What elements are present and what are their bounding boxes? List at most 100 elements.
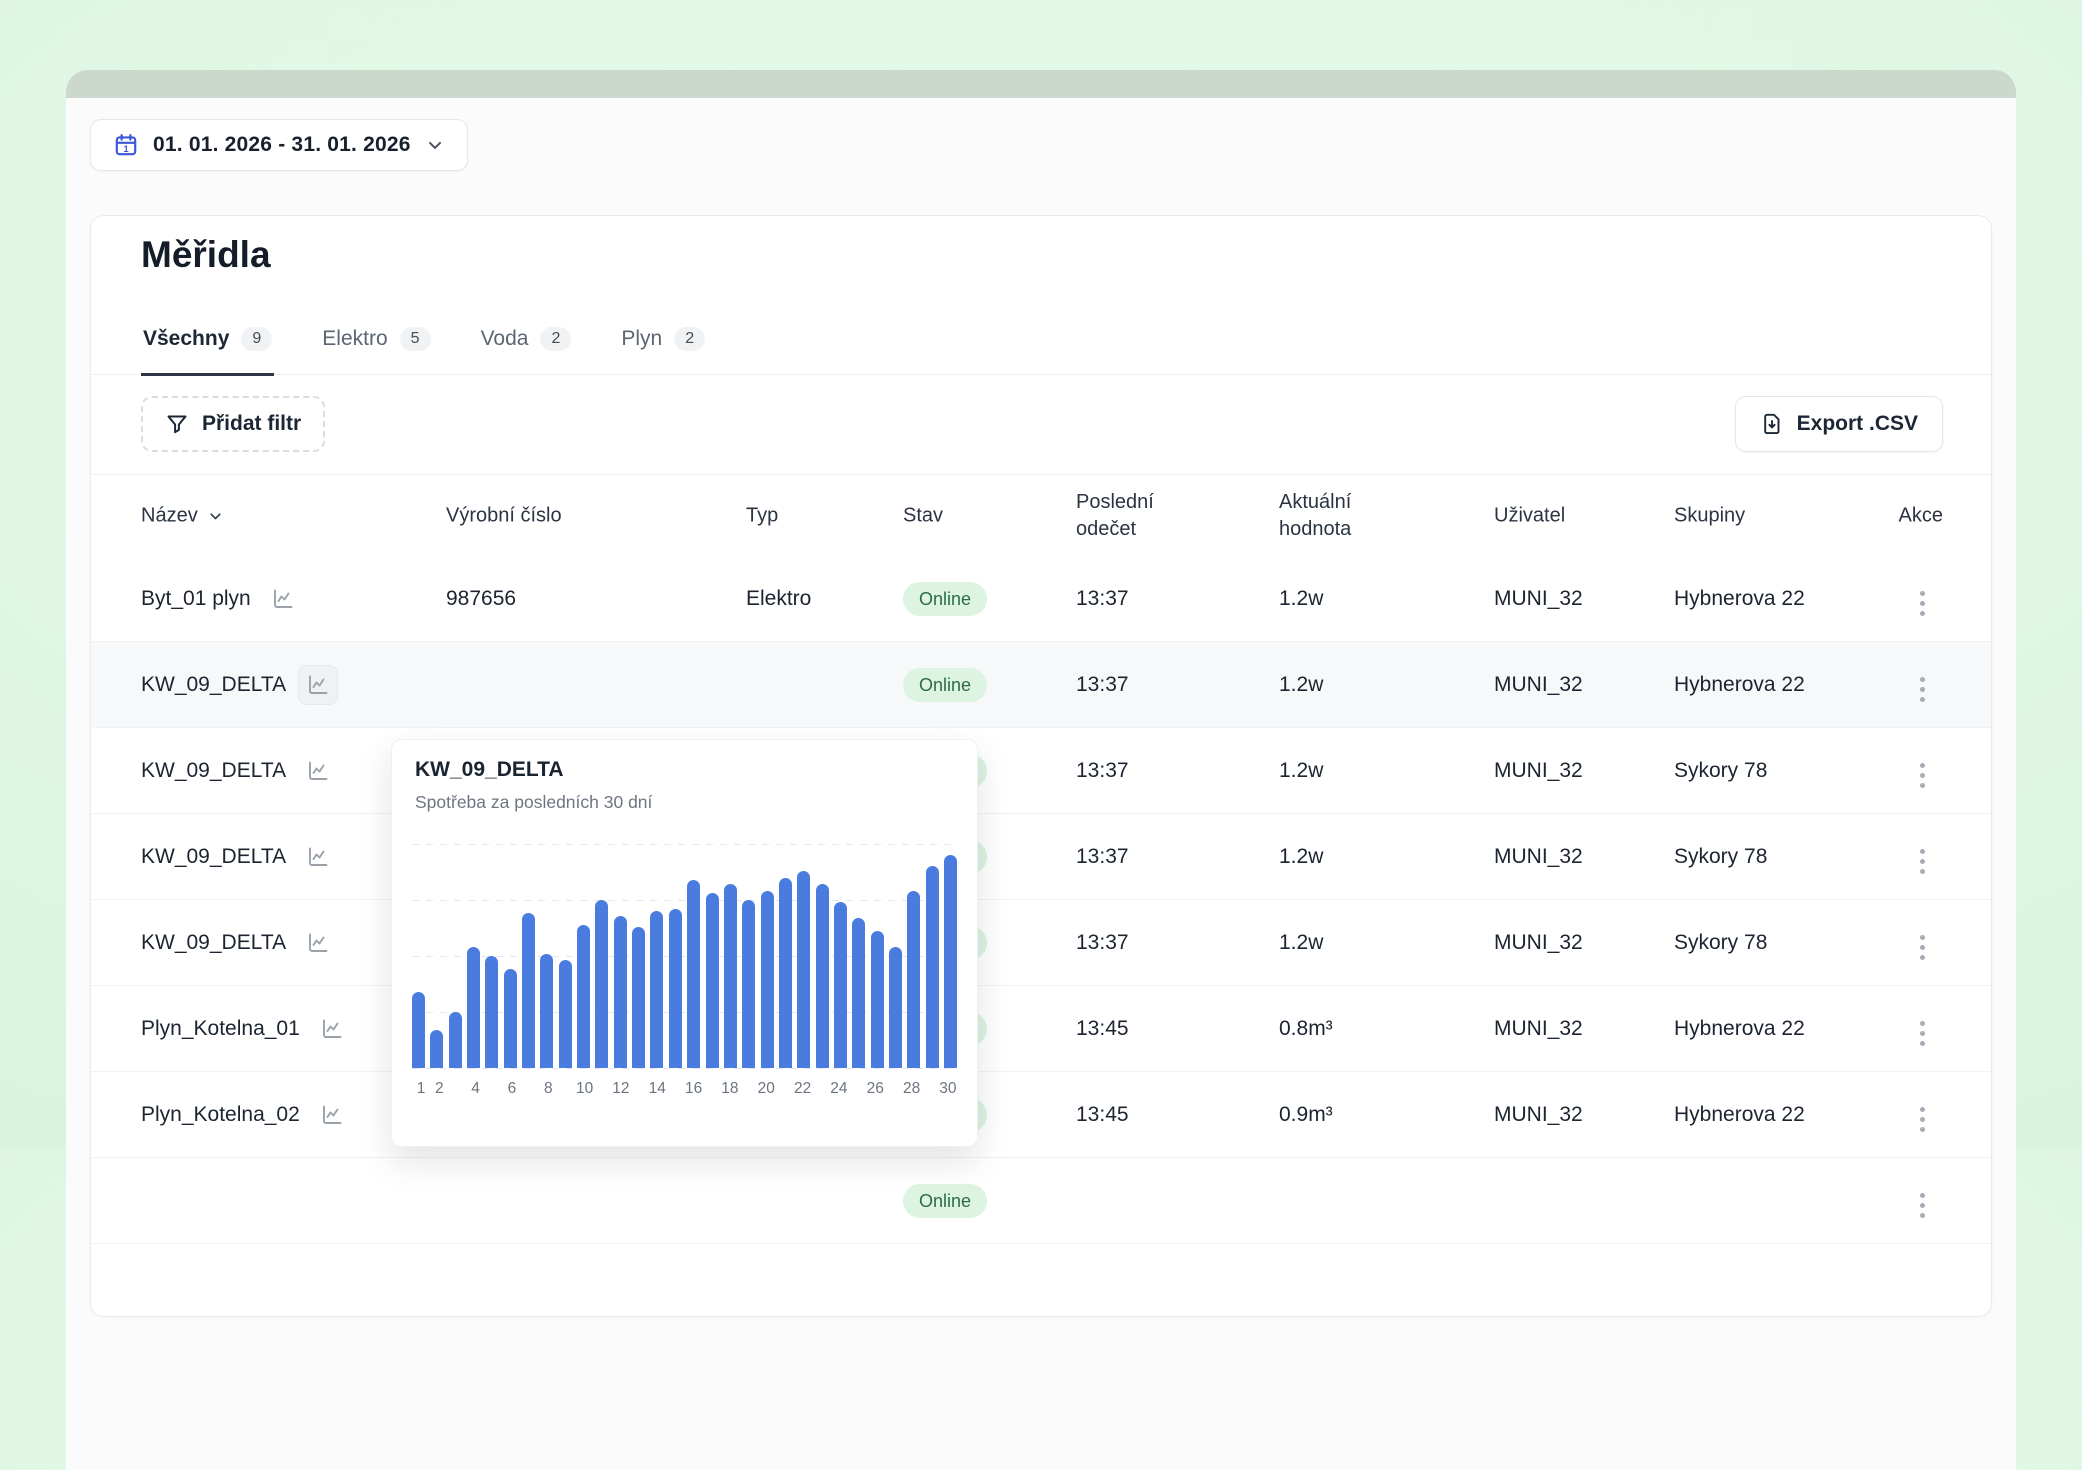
row-actions-button[interactable] (1916, 578, 1929, 620)
row-actions-button[interactable] (1916, 1008, 1929, 1050)
tab-plyn[interactable]: Plyn 2 (619, 327, 707, 376)
serial-number-cell: 987656 (446, 587, 516, 611)
user-cell: MUNI_32 (1494, 1017, 1583, 1041)
table-row: Byt_01 plyn 987656 Elektro Online 13:37 … (91, 556, 1991, 642)
chart-icon (320, 1103, 344, 1127)
x-tick-label: 14 (649, 1080, 666, 1098)
tooltip-title: KW_09_DELTA (415, 758, 564, 782)
tab-vsechny[interactable]: Všechny 9 (141, 327, 274, 376)
tab-label: Elektro (322, 327, 387, 351)
screenshot-stage: 1 01. 01. 2026 - 31. 01. 2026 Měřidla Vš… (0, 0, 2082, 1149)
row-actions-button[interactable] (1916, 922, 1929, 964)
row-actions-button[interactable] (1916, 836, 1929, 878)
last-reading-cell: 13:37 (1076, 673, 1129, 697)
group-cell: Sykory 78 (1674, 759, 1767, 783)
group-cell: Hybnerova 22 (1674, 673, 1805, 697)
x-tick-label: 10 (576, 1080, 593, 1098)
x-tick-label: 2 (435, 1080, 444, 1098)
meter-name: Byt_01 plyn (141, 587, 251, 611)
tab-voda[interactable]: Voda 2 (479, 327, 574, 376)
app-window-content: 1 01. 01. 2026 - 31. 01. 2026 Měřidla Vš… (66, 98, 2016, 1470)
x-tick-label: 16 (685, 1080, 702, 1098)
bar (926, 866, 939, 1068)
kebab-icon (1916, 931, 1929, 964)
row-actions-button[interactable] (1916, 750, 1929, 792)
chart-preview-button[interactable] (313, 1010, 351, 1048)
tab-count-badge: 2 (540, 327, 571, 351)
type-cell: Elektro (746, 587, 811, 611)
bar (907, 891, 920, 1068)
x-tick-label: 18 (721, 1080, 738, 1098)
table-row: KW_09_DELTA Online 13:37 1.2w MUNI_32 Sy… (91, 814, 1991, 900)
table-row: KW_09_DELTA Online 13:37 1.2w MUNI_32 Sy… (91, 728, 1991, 814)
x-tick-label: 22 (794, 1080, 811, 1098)
tabs: Všechny 9 Elektro 5 Voda 2 Plyn 2 (91, 301, 1991, 375)
status-cell: Online (903, 582, 987, 616)
file-download-icon (1760, 412, 1784, 436)
date-range-label: 01. 01. 2026 - 31. 01. 2026 (153, 133, 411, 157)
x-tick-label: 1 (417, 1080, 426, 1098)
date-range-picker[interactable]: 1 01. 01. 2026 - 31. 01. 2026 (90, 119, 468, 171)
last-reading-cell: 13:37 (1076, 587, 1129, 611)
x-tick-label: 6 (508, 1080, 517, 1098)
meter-name-cell: KW_09_DELTA (141, 666, 337, 704)
chart-preview-button[interactable] (313, 1096, 351, 1134)
table-row: Plyn_Kotelna_02 11235 Plyn Online 13:45 … (91, 1072, 1991, 1158)
column-header-status: Stav (903, 503, 943, 530)
meter-name: KW_09_DELTA (141, 673, 286, 697)
export-csv-button[interactable]: Export .CSV (1735, 396, 1943, 452)
x-tick-label: 4 (471, 1080, 480, 1098)
kebab-icon (1916, 673, 1929, 706)
chart-icon (320, 1017, 344, 1041)
bar (650, 911, 663, 1068)
chart-preview-button[interactable] (264, 580, 302, 618)
tab-label: Plyn (621, 327, 662, 351)
chart-icon (306, 759, 330, 783)
column-header-name[interactable]: Název (141, 503, 224, 530)
add-filter-button[interactable]: Přidat filtr (141, 396, 325, 452)
table-header: Název Výrobní číslo Typ Stav Poslední od… (91, 474, 1991, 558)
chart-x-labels: 124681012141618202224262830 (392, 1080, 977, 1104)
bar (944, 855, 957, 1068)
svg-text:1: 1 (123, 144, 128, 154)
x-tick-label: 12 (612, 1080, 629, 1098)
chart-icon (306, 673, 330, 697)
status-cell: Online (903, 1184, 987, 1218)
meter-name-cell: KW_09_DELTA (141, 924, 337, 962)
tooltip-subtitle: Spotřeba za posledních 30 dní (415, 792, 652, 813)
bar (467, 947, 480, 1068)
kebab-icon (1916, 1189, 1929, 1222)
bar (779, 878, 792, 1068)
current-value-cell: 1.2w (1279, 931, 1323, 955)
bar (540, 954, 553, 1068)
row-actions-button[interactable] (1916, 1094, 1929, 1136)
chart-preview-button[interactable] (299, 838, 337, 876)
bar (504, 969, 517, 1068)
tab-elektro[interactable]: Elektro 5 (320, 327, 432, 376)
bar (889, 947, 902, 1068)
row-actions-button[interactable] (1916, 664, 1929, 706)
bar (430, 1030, 443, 1068)
x-tick-label: 24 (830, 1080, 847, 1098)
x-tick-label: 28 (903, 1080, 920, 1098)
current-value-cell: 1.2w (1279, 587, 1323, 611)
bar (852, 918, 865, 1068)
meter-name-cell: Plyn_Kotelna_02 (141, 1096, 351, 1134)
current-value-cell: 1.2w (1279, 759, 1323, 783)
chart-tooltip-popover: KW_09_DELTA Spotřeba za posledních 30 dn… (391, 739, 978, 1147)
chart-preview-button[interactable] (299, 924, 337, 962)
status-badge: Online (903, 582, 987, 616)
chart-preview-button[interactable] (299, 752, 337, 790)
bar (816, 884, 829, 1068)
row-actions-button[interactable] (1916, 1180, 1929, 1222)
chart-preview-button[interactable] (299, 666, 337, 704)
bar (577, 925, 590, 1068)
x-tick-label: 26 (867, 1080, 884, 1098)
bar (595, 900, 608, 1068)
column-header-current-value: Aktuální hodnota (1279, 489, 1397, 543)
chart-icon (306, 845, 330, 869)
column-header-actions: Akce (1899, 503, 1943, 530)
last-reading-cell: 13:37 (1076, 931, 1129, 955)
bar (522, 913, 535, 1068)
kebab-icon (1916, 759, 1929, 792)
